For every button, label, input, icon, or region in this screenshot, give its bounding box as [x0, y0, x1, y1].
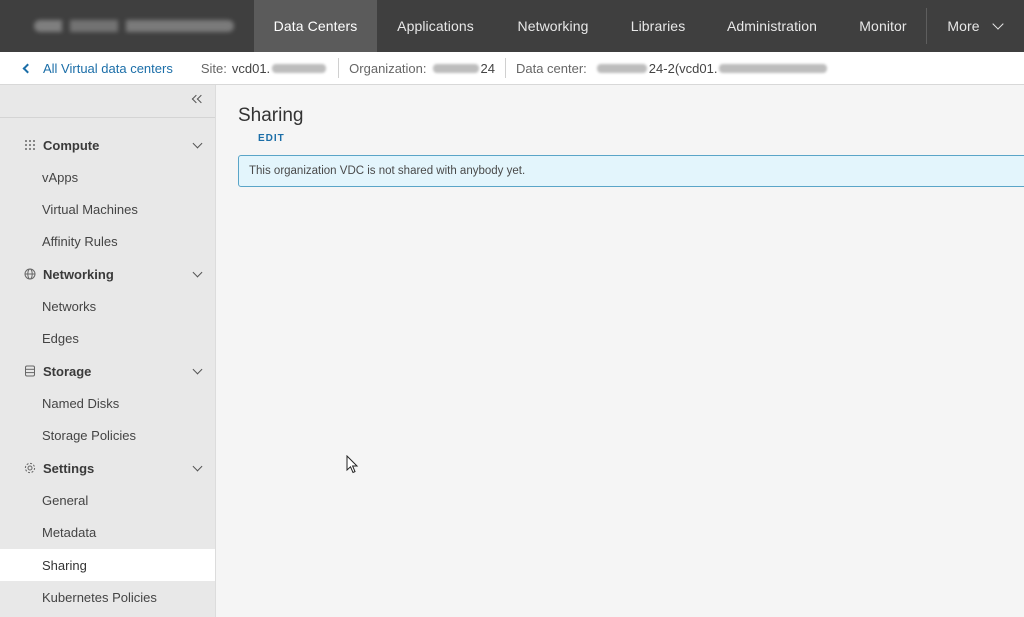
sidebar-group-settings[interactable]: Settings: [0, 452, 215, 484]
collapse-sidebar-icon[interactable]: [191, 93, 206, 107]
sidebar-group-label: Networking: [43, 266, 114, 282]
data-center-label: Data center:: [515, 60, 587, 76]
tab-data-centers[interactable]: Data Centers: [254, 0, 377, 52]
sidebar-item-virtual-machines[interactable]: Virtual Machines: [0, 193, 215, 225]
back-link-label: All Virtual data centers: [43, 60, 173, 76]
sidebar-group-label: Settings: [43, 460, 95, 476]
data-center-value: 24-2(vcd01.: [648, 60, 718, 76]
tab-networking[interactable]: Networking: [494, 0, 612, 52]
sidebar-divider: [0, 117, 215, 118]
edit-button[interactable]: EDIT: [258, 133, 285, 144]
sidebar-group-label: Compute: [43, 137, 100, 153]
globe-icon: [23, 268, 36, 281]
sidebar-item-named-disks[interactable]: Named Disks: [0, 387, 215, 419]
sidebar-group-storage[interactable]: Storage: [0, 355, 215, 387]
more-label: More: [947, 18, 980, 34]
redacted-text: [596, 63, 647, 73]
brand-name-blurred: [34, 20, 234, 32]
sidebar: Compute vApps Virtual Machines Affinity …: [0, 85, 216, 617]
sidebar-item-edges[interactable]: Edges: [0, 322, 215, 354]
tab-monitor[interactable]: Monitor: [840, 0, 926, 52]
chevron-down-icon[interactable]: [192, 364, 203, 375]
organization-label: Organization:: [349, 60, 427, 76]
organization-value: 24: [480, 60, 495, 76]
more-menu-button[interactable]: More: [927, 0, 1022, 52]
breadcrumb-site: Site: vcd01.: [191, 61, 338, 76]
site-label: Site:: [200, 60, 227, 76]
chevron-down-icon: [991, 18, 1004, 30]
brand-logo[interactable]: [0, 0, 254, 52]
sidebar-item-general[interactable]: General: [0, 484, 215, 516]
sidebar-item-affinity-rules[interactable]: Affinity Rules: [0, 225, 215, 257]
sidebar-item-storage-policies[interactable]: Storage Policies: [0, 419, 215, 451]
redacted-text: [272, 63, 327, 73]
back-link[interactable]: All Virtual data centers: [0, 61, 173, 76]
tab-applications[interactable]: Applications: [377, 0, 494, 52]
grid-icon: [23, 139, 36, 152]
chevron-down-icon[interactable]: [192, 267, 203, 278]
site-value: vcd01.: [231, 60, 271, 76]
breadcrumb-data-center: Data center: 24-2(vcd01.: [506, 61, 839, 76]
gear-icon: [23, 462, 36, 475]
sidebar-item-metadata[interactable]: Metadata: [0, 516, 215, 548]
breadcrumb-bar: All Virtual data centers Site: vcd01. Or…: [0, 52, 1024, 85]
sidebar-group-compute[interactable]: Compute: [0, 129, 215, 161]
info-alert: This organization VDC is not shared with…: [238, 155, 1024, 187]
main-content: Sharing EDIT This organization VDC is no…: [216, 85, 1024, 617]
top-navigation: Data Centers Applications Networking Lib…: [0, 0, 1024, 52]
redacted-text: [719, 63, 828, 73]
sidebar-group-networking[interactable]: Networking: [0, 258, 215, 290]
mouse-cursor-icon: [346, 455, 359, 474]
chevron-left-icon: [22, 63, 33, 73]
chevron-down-icon[interactable]: [192, 138, 203, 149]
tab-libraries[interactable]: Libraries: [612, 0, 704, 52]
redacted-text: [432, 63, 479, 73]
tab-administration[interactable]: Administration: [704, 0, 840, 52]
sidebar-item-kubernetes-policies[interactable]: Kubernetes Policies: [0, 581, 215, 613]
sidebar-item-networks[interactable]: Networks: [0, 290, 215, 322]
breadcrumb-organization: Organization: 24: [339, 61, 505, 76]
database-icon: [23, 365, 36, 378]
alert-message: This organization VDC is not shared with…: [249, 165, 526, 177]
chevron-down-icon[interactable]: [192, 461, 203, 472]
page-title: Sharing: [238, 105, 304, 126]
sidebar-group-label: Storage: [43, 363, 92, 379]
sidebar-item-sharing[interactable]: Sharing: [0, 549, 215, 581]
sidebar-item-vapps[interactable]: vApps: [0, 161, 215, 193]
